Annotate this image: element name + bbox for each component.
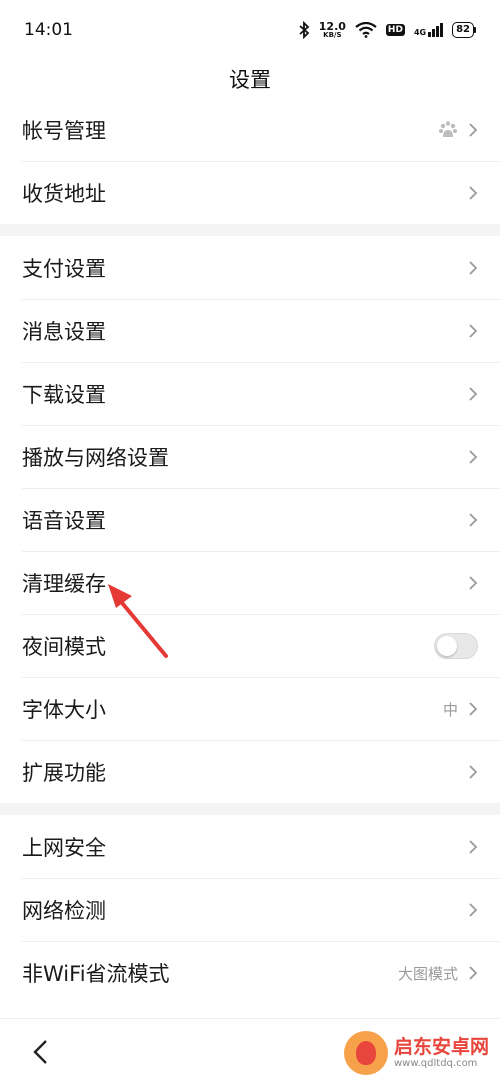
data-saver-value: 大图模式 [397, 964, 458, 983]
group-separator [0, 803, 500, 815]
settings-group-account: 帐号管理 收货地址 [0, 98, 500, 224]
group-separator [0, 224, 500, 236]
setting-network-check[interactable]: 网络检测 [22, 878, 500, 941]
chevron-right-icon [469, 186, 478, 200]
baidu-paw-icon [439, 120, 457, 137]
page-title: 设置 [229, 68, 271, 92]
signal-icon: 4G [413, 23, 444, 37]
chevron-right-icon [469, 387, 478, 401]
chevron-right-icon [469, 702, 478, 716]
chevron-right-icon [469, 765, 478, 779]
setting-font-size[interactable]: 字体大小 中 [22, 677, 500, 740]
network-type: 4G [413, 28, 427, 37]
net-speed: 12.0 KB/S [319, 21, 346, 39]
watermark-logo-icon [344, 1031, 388, 1075]
chevron-right-icon [469, 324, 478, 338]
watermark-sub: www.qdltdq.com [394, 1057, 478, 1069]
net-speed-unit: KB/S [323, 31, 342, 39]
setting-shipping-address[interactable]: 收货地址 [22, 161, 500, 224]
setting-browsing-security[interactable]: 上网安全 [22, 815, 500, 878]
setting-download[interactable]: 下载设置 [22, 362, 500, 425]
chevron-right-icon [469, 122, 478, 137]
bluetooth-icon [299, 21, 310, 39]
chevron-right-icon [469, 839, 478, 854]
hd-badge: HD [385, 24, 405, 36]
battery-icon: 82 [452, 22, 476, 38]
watermark: 启东安卓网 www.qdltdq.com [344, 1027, 494, 1079]
battery-level: 82 [452, 22, 474, 38]
setting-playback-network[interactable]: 播放与网络设置 [22, 425, 500, 488]
settings-group-network: 上网安全 网络检测 非WiFi省流模式 大图模式 [0, 815, 500, 1004]
chevron-left-icon[interactable] [26, 1037, 56, 1067]
title-bar: 设置 [0, 60, 500, 98]
settings-list: 帐号管理 收货地址 支付设置 消息设置 下载设置 播放与网络设置 语音设置 清理… [0, 98, 500, 1004]
setting-night-mode: 夜间模式 [22, 614, 500, 677]
chevron-right-icon [469, 966, 478, 980]
chevron-right-icon [469, 513, 478, 527]
setting-non-wifi-data-saver[interactable]: 非WiFi省流模式 大图模式 [22, 941, 500, 1004]
settings-group-general: 支付设置 消息设置 下载设置 播放与网络设置 语音设置 清理缓存 夜间模式 字体… [0, 236, 500, 803]
setting-payment[interactable]: 支付设置 [22, 236, 500, 299]
setting-account-management[interactable]: 帐号管理 [22, 98, 500, 161]
status-bar: 14:01 12.0 KB/S HD 4G 82 [0, 0, 500, 60]
status-icons: 12.0 KB/S HD 4G 82 [298, 21, 476, 39]
annotation-arrow-icon [108, 584, 168, 658]
chevron-right-icon [469, 576, 478, 590]
setting-extensions[interactable]: 扩展功能 [22, 740, 500, 803]
night-mode-toggle[interactable] [434, 633, 478, 659]
font-size-value: 中 [442, 700, 458, 719]
watermark-main: 启东安卓网 [394, 1036, 490, 1059]
chevron-right-icon [469, 260, 478, 275]
setting-messages[interactable]: 消息设置 [22, 299, 500, 362]
chevron-right-icon [469, 903, 478, 917]
bottom-nav: 启东安卓网 www.qdltdq.com [0, 1018, 500, 1084]
wifi-icon [355, 22, 377, 38]
setting-voice[interactable]: 语音设置 [22, 488, 500, 551]
status-time: 14:01 [24, 20, 73, 40]
setting-clear-cache[interactable]: 清理缓存 [22, 551, 500, 614]
chevron-right-icon [469, 450, 478, 464]
